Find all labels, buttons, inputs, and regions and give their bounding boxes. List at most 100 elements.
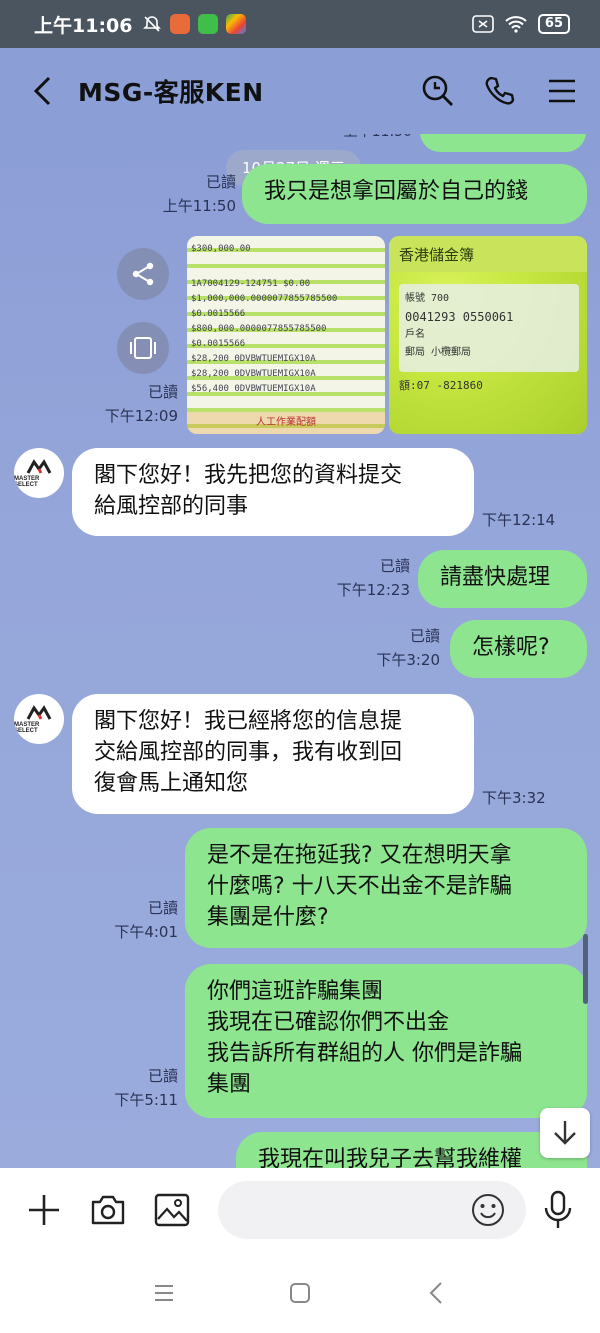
search-icon (422, 75, 453, 106)
chevron-left-icon (33, 76, 51, 106)
photo-text-line: 帳號 700 (405, 293, 450, 304)
photo-text-line: 額:07 -821860 (399, 379, 483, 392)
view-album-button[interactable] (117, 322, 169, 374)
phone-icon (485, 76, 515, 105)
message-text-line: 你們這班詐騙集團 (207, 979, 384, 1004)
home-square-icon (290, 1282, 310, 1303)
read-receipt: 已讀 (147, 899, 178, 917)
camera-icon (91, 1195, 125, 1225)
status-notification-icons (142, 14, 247, 34)
system-navigation-bar (0, 1252, 600, 1333)
message-bubble-out[interactable]: 是不是在拖延我? 又在想明天拿 什麼嗎? 十八天不出金不是詐騙 集團是什麼? (185, 828, 587, 948)
message-composer (0, 1168, 600, 1252)
message-time: 下午3:32 (482, 789, 546, 807)
message-text-line: 復會馬上通知您 (94, 771, 249, 796)
message-text-line: 閣下您好！我已經將您的信息提 (94, 709, 403, 734)
back-button[interactable] (20, 69, 64, 113)
avatar[interactable]: MASTER SELECT (14, 448, 64, 498)
message-bubble-in[interactable]: 閣下您好！我已經將您的信息提 交給風控部的同事，我有收到回 復會馬上通知您 (72, 694, 474, 814)
message-meta: 已讀 下午12:09 (92, 382, 178, 427)
read-receipt: 已讀 (147, 383, 178, 401)
master-select-logo-icon (26, 458, 52, 474)
hamburger-menu-icon (549, 79, 575, 103)
photo-passbook[interactable]: 香港儲金簿 帳號 700 0041293 0550061 戶名 郵局 小欖郵局 … (389, 236, 587, 434)
read-receipt: 已讀 (379, 557, 410, 575)
arrow-down-icon (554, 1121, 576, 1145)
scrollbar[interactable] (583, 934, 588, 1004)
message-bubble-out[interactable]: 我現在叫我兒子去幫我維權 (236, 1132, 587, 1168)
chat-area[interactable]: 上午11:50 10月27日 週三 已讀 上午11:50 我只是想拿回屬於自己的… (0, 134, 600, 1168)
app-notification-icon (170, 14, 191, 34)
photo-text-line: $0.0015566 (191, 339, 246, 349)
photo-text-line: 郵局 小欖郵局 (405, 347, 472, 358)
photo-text-line: $300,000.00 (191, 244, 251, 254)
search-button[interactable] (420, 73, 456, 109)
play-store-icon (226, 14, 247, 34)
recents-button[interactable] (146, 1275, 182, 1311)
photo-text-line: 0041293 0550061 (405, 310, 514, 324)
message-bubble-out[interactable]: 怎樣呢? (450, 620, 587, 678)
avatar[interactable]: MASTER SELECT (14, 694, 64, 744)
message-time: 上午11:50 (162, 197, 236, 215)
message-text-line: 我告訴所有群組的人 你們是詐騙 (207, 1041, 522, 1066)
photo-caption: 人工作業配額 (187, 412, 385, 434)
camera-button[interactable] (88, 1190, 128, 1230)
menu-button[interactable] (544, 73, 580, 109)
message-bubble-out[interactable]: 我只是想拿回屬於自己的錢 (242, 164, 587, 224)
download-notification-icon (198, 14, 219, 34)
message-time: 上午11:50 (330, 134, 412, 143)
status-right: 65 (472, 14, 570, 34)
status-bar: 上午11:06 65 (0, 0, 600, 48)
avatar-label: MASTER SELECT (14, 475, 40, 488)
message-bubble-partial[interactable] (420, 134, 586, 152)
message-time: 下午12:14 (482, 511, 556, 529)
message-time: 下午12:23 (336, 581, 410, 599)
microphone-icon (544, 1190, 572, 1228)
share-icon (132, 262, 154, 286)
message-meta: 已讀 上午11:50 (150, 172, 236, 217)
message-text-line: 集團 (207, 1072, 252, 1097)
read-receipt: 已讀 (205, 173, 236, 191)
message-text: 我只是想拿回屬於自己的錢 (264, 179, 529, 204)
message-text-line: 交給風控部的同事，我有收到回 (94, 740, 403, 765)
image-icon (154, 1193, 190, 1227)
header-actions (420, 73, 580, 109)
photo-text-line: $28,200 0DVBWTUEMIGX10A (191, 354, 316, 364)
battery-icon: 65 (537, 14, 570, 34)
photo-text-line: $1,000,000.0000077855785500 (191, 294, 338, 304)
muted-bell-icon (143, 16, 162, 32)
share-button[interactable] (117, 248, 169, 300)
photo-text-line: $56,400 0DVBWTUEMIGX10A (191, 384, 316, 394)
photo-text-line: $28,200 0DVBWTUEMIGX10A (191, 369, 316, 379)
home-button[interactable] (282, 1275, 318, 1311)
message-bubble-in[interactable]: 閣下您好！我先把您的資料提交 給風控部的同事 (72, 448, 474, 536)
message-bubble-out[interactable]: 請盡快處理 (418, 550, 587, 608)
message-text: 我現在叫我兒子去幫我維權 (258, 1147, 523, 1168)
message-text-line: 閣下您好！我先把您的資料提交 (94, 463, 403, 488)
status-time: 上午11:06 (34, 14, 133, 37)
message-meta: 已讀 下午12:23 (322, 556, 410, 601)
emoji-button[interactable] (470, 1192, 506, 1228)
message-meta: 已讀 下午3:20 (352, 626, 440, 671)
message-text-line: 集團是什麼? (207, 905, 329, 930)
voice-button[interactable] (538, 1188, 578, 1232)
add-button[interactable] (24, 1190, 64, 1230)
master-select-logo-icon (26, 704, 52, 720)
message-time: 下午4:01 (114, 923, 178, 941)
photo-text-line: $0.0015566 (191, 309, 246, 319)
back-nav-button[interactable] (418, 1275, 454, 1311)
photo-text-line: 戶名 (405, 329, 425, 340)
call-button[interactable] (482, 73, 518, 109)
message-text-line: 是不是在拖延我? 又在想明天拿 (207, 843, 512, 868)
sim-icon (472, 15, 494, 33)
chat-title: MSG-客服KEN (78, 78, 264, 107)
message-bubble-out[interactable]: 你們這班詐騙集團 我現在已確認你們不出金 我告訴所有群組的人 你們是詐騙 集團 (185, 964, 587, 1118)
message-time: 下午5:11 (114, 1091, 178, 1109)
gallery-button[interactable] (152, 1190, 192, 1230)
message-text: 怎樣呢? (472, 635, 550, 660)
read-receipt: 已讀 (409, 627, 440, 645)
scroll-to-bottom-button[interactable] (540, 1108, 590, 1158)
photo-band-text: 香港儲金簿 (389, 236, 587, 272)
photo-transaction-screenshot[interactable]: $300,000.00 1A7004129-124751 $0.00 $1,00… (187, 236, 385, 434)
message-meta: 已讀 下午5:11 (92, 1066, 178, 1111)
